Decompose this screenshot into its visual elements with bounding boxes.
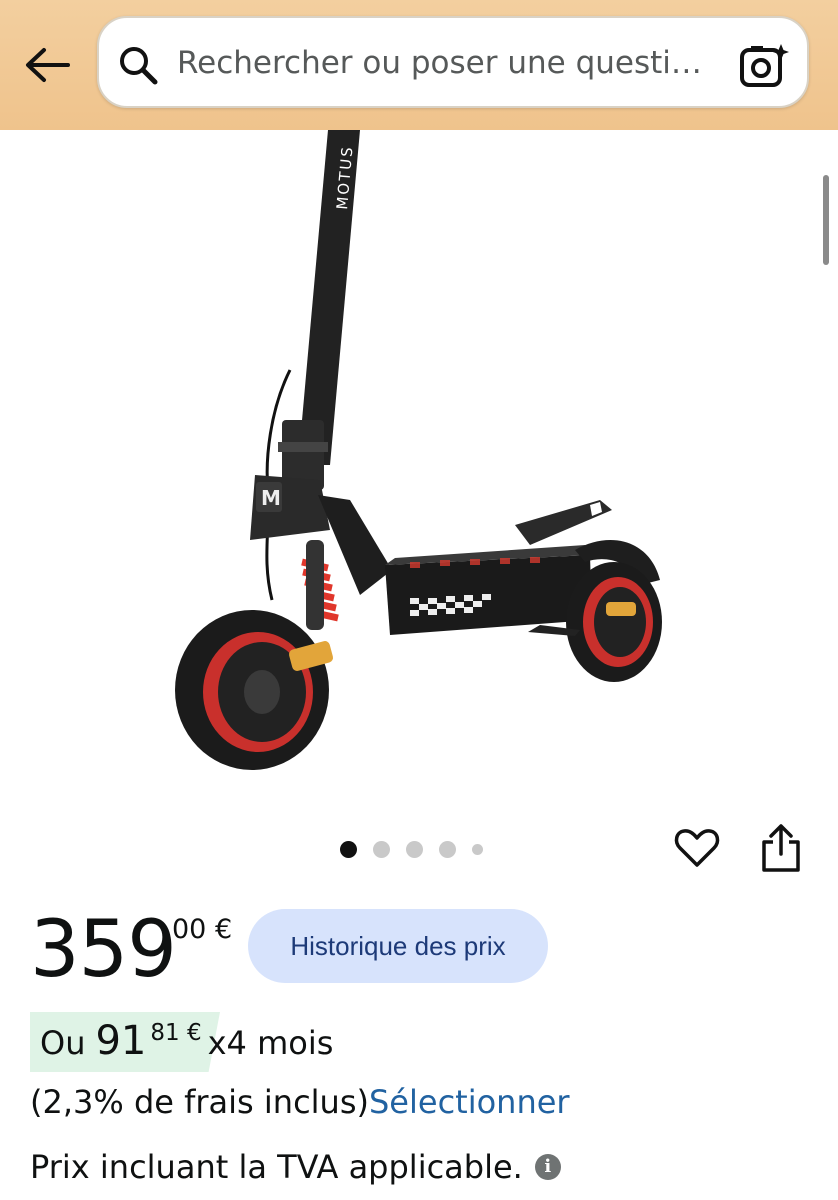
price-fraction: 00 €	[172, 914, 233, 945]
installment-offer: Ou 91 81 € x4 mois	[40, 1018, 333, 1070]
scrollbar[interactable]	[823, 175, 829, 265]
search-input[interactable]	[177, 38, 717, 88]
info-icon[interactable]: i	[534, 1154, 561, 1180]
carousel-dot[interactable]	[472, 843, 483, 855]
installment-prefix: Ou	[40, 1024, 86, 1062]
carousel-dot[interactable]	[406, 840, 423, 858]
carousel-dots[interactable]	[340, 838, 483, 860]
tva-text: Prix incluant la TVA applicable.	[30, 1148, 523, 1186]
heart-icon[interactable]	[673, 824, 721, 872]
search-icon	[120, 47, 158, 85]
back-button[interactable]	[22, 40, 72, 90]
price-history-button[interactable]: Historique des prix	[248, 909, 548, 983]
product-image: MOTUS M	[175, 130, 662, 770]
price-whole: 359	[30, 905, 177, 995]
logo-letter: M	[261, 486, 281, 510]
installment-amount-fraction: 81 €	[150, 1020, 202, 1046]
fees-line: (2,3% de frais inclus)Sélectionner	[30, 1080, 570, 1124]
installment-amount-whole: 91	[95, 1018, 147, 1064]
arrow-left-icon	[26, 48, 70, 82]
share-icon[interactable]	[758, 822, 804, 874]
search-bar[interactable]	[97, 16, 809, 108]
installment-suffix: x4 mois	[207, 1024, 334, 1062]
tva-line: Prix incluant la TVA applicable. i	[30, 1145, 561, 1189]
fees-text: (2,3% de frais inclus)	[30, 1083, 369, 1121]
camera-lens-icon[interactable]	[739, 42, 791, 88]
product-image-gallery[interactable]: MOTUS M	[0, 130, 838, 830]
carousel-dot[interactable]	[439, 840, 456, 858]
select-link[interactable]: Sélectionner	[369, 1083, 570, 1121]
top-search-header	[0, 0, 838, 130]
carousel-dot[interactable]	[373, 840, 390, 858]
carousel-dot[interactable]	[340, 840, 357, 858]
